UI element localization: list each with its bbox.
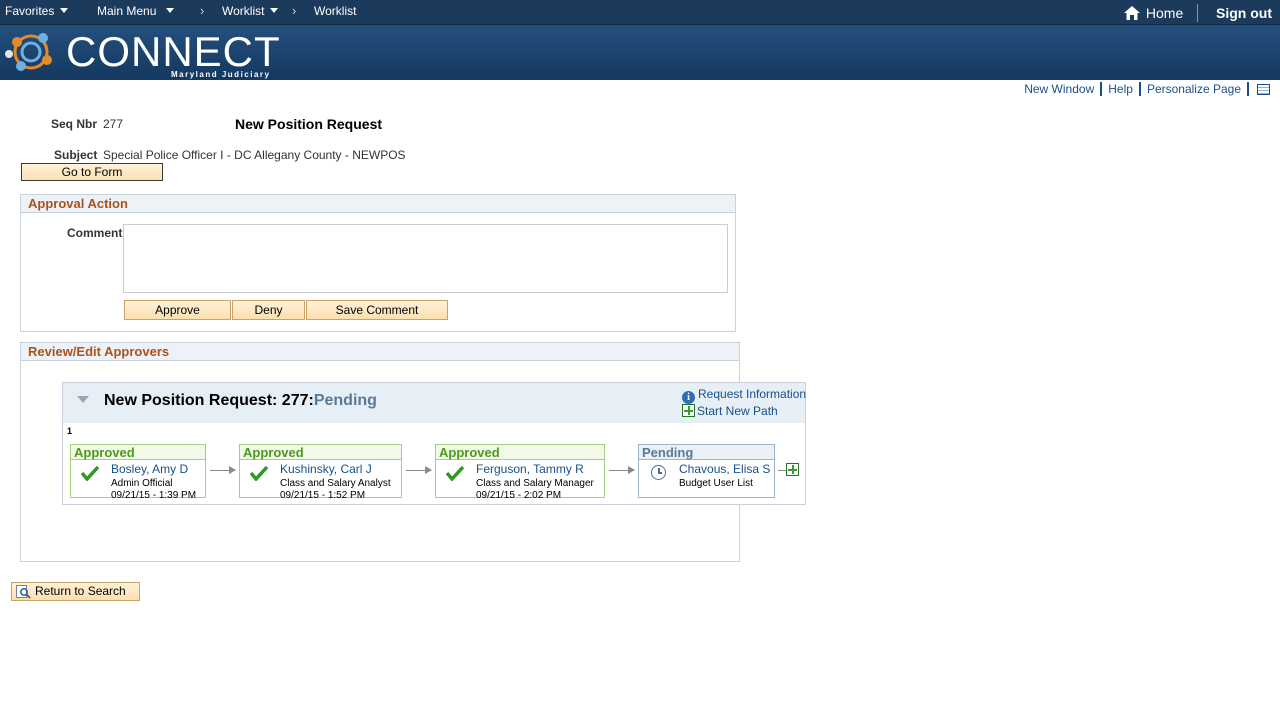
main-menu[interactable]: Main Menu xyxy=(97,4,175,18)
breadcrumb-separator-icon: › xyxy=(292,3,297,18)
approver-role: Admin Official xyxy=(111,478,173,489)
approver-name-link[interactable]: Ferguson, Tammy R xyxy=(476,462,584,476)
approved-check-icon xyxy=(445,465,465,484)
step-arrow-icon xyxy=(406,466,432,474)
start-new-path-link[interactable]: Start New Path xyxy=(682,404,778,418)
home-icon xyxy=(1124,6,1140,20)
add-icon xyxy=(682,404,695,417)
go-to-form-button[interactable]: Go to Form xyxy=(21,163,163,181)
approver-date: 09/21/15 - 2:02 PM xyxy=(476,490,562,501)
request-information-link[interactable]: i Request Information xyxy=(682,387,806,404)
breadcrumb-worklist-current[interactable]: Worklist xyxy=(314,4,356,18)
approver-step: Approved Ferguson, Tammy R Class and Sal… xyxy=(435,444,605,501)
brand-logo-text: CONNECT xyxy=(66,28,281,75)
grid-icon[interactable] xyxy=(1257,84,1270,95)
step-arrow-icon xyxy=(609,466,635,474)
map-title-text: New Position Request: 277: xyxy=(104,392,314,409)
chevron-down-icon xyxy=(60,8,69,13)
top-nav-bar: Favorites Main Menu › Worklist › Worklis… xyxy=(0,0,1280,25)
sign-out-link[interactable]: Sign out xyxy=(1216,5,1272,21)
approver-date: 09/21/15 - 1:39 PM xyxy=(111,490,197,501)
start-new-path-label: Start New Path xyxy=(697,404,778,418)
approved-check-icon xyxy=(249,465,269,484)
collapse-toggle-icon[interactable] xyxy=(77,396,89,403)
subject-label: Subject xyxy=(54,148,98,162)
chevron-down-icon xyxy=(270,8,279,13)
approved-check-icon xyxy=(80,465,100,484)
step-status: Approved xyxy=(436,445,604,460)
approval-map-title: New Position Request: 277:Pending xyxy=(104,392,377,410)
seq-nbr-value: 277 xyxy=(103,117,124,131)
clock-icon xyxy=(651,465,666,480)
favorites-menu[interactable]: Favorites xyxy=(5,4,69,18)
home-link[interactable]: Home xyxy=(1124,5,1183,21)
breadcrumb-label: Worklist xyxy=(222,4,265,18)
step-arrow-icon xyxy=(210,466,236,474)
approver-step: Approved Kushinsky, Carl J Class and Sal… xyxy=(239,444,402,501)
new-window-link[interactable]: New Window xyxy=(1024,82,1094,96)
approve-button[interactable]: Approve xyxy=(124,300,231,320)
save-comment-button[interactable]: Save Comment xyxy=(306,300,448,320)
approval-map: New Position Request: 277:Pending i Reque… xyxy=(62,382,806,505)
request-information-label: Request Information xyxy=(698,387,807,401)
link-divider xyxy=(1247,82,1249,96)
approver-name-link[interactable]: Bosley, Amy D xyxy=(111,462,188,476)
approver-name-link[interactable]: Kushinsky, Carl J xyxy=(280,462,372,476)
comment-label: Comment xyxy=(67,226,123,240)
connect-logo-icon xyxy=(5,33,52,71)
home-label: Home xyxy=(1145,5,1184,21)
breadcrumb-separator-icon: › xyxy=(200,3,205,18)
approver-name-link[interactable]: Chavous, Elisa S xyxy=(679,462,770,476)
map-status: Pending xyxy=(313,392,377,409)
breadcrumb-worklist-menu[interactable]: Worklist xyxy=(222,4,279,18)
help-link[interactable]: Help xyxy=(1108,82,1133,96)
add-approver-connector xyxy=(778,470,786,471)
info-icon: i xyxy=(682,391,695,404)
brand-subtitle: Maryland Judiciary xyxy=(171,70,271,79)
favorites-label: Favorites xyxy=(5,4,55,18)
personalize-page-link[interactable]: Personalize Page xyxy=(1147,82,1241,96)
path-number: 1 xyxy=(67,426,73,436)
approver-role: Class and Salary Analyst xyxy=(280,478,391,489)
add-icon xyxy=(786,463,799,476)
page-title: New Position Request xyxy=(235,116,383,132)
chevron-down-icon xyxy=(166,8,175,13)
return-to-search-label: Return to Search xyxy=(35,584,126,598)
subject-value: Special Police Officer I - DC Allegany C… xyxy=(103,148,406,162)
approval-action-header: Approval Action xyxy=(21,195,735,213)
add-approver-button[interactable] xyxy=(786,463,801,477)
approver-date: 09/21/15 - 1:52 PM xyxy=(280,490,366,501)
link-divider xyxy=(1138,82,1141,96)
nav-divider xyxy=(1197,4,1198,22)
return-to-search-button[interactable]: Return to Search xyxy=(11,582,140,601)
approver-role: Class and Salary Manager xyxy=(476,478,594,489)
link-divider xyxy=(1100,82,1103,96)
search-icon xyxy=(16,585,31,599)
step-status: Approved xyxy=(71,445,205,460)
comment-textarea[interactable] xyxy=(123,224,728,293)
step-status: Pending xyxy=(639,445,774,460)
approval-map-header: New Position Request: 277:Pending i Reque… xyxy=(63,383,806,423)
deny-button[interactable]: Deny xyxy=(232,300,305,320)
approver-step-pending: Pending Chavous, Elisa S Budget User Lis… xyxy=(638,444,775,498)
step-status: Approved xyxy=(240,445,401,460)
review-approvers-header: Review/Edit Approvers xyxy=(21,343,739,361)
seq-nbr-label: Seq Nbr xyxy=(51,117,98,131)
main-menu-label: Main Menu xyxy=(97,4,157,18)
utility-links: New Window Help Personalize Page xyxy=(1024,82,1270,96)
header-banner: CONNECT Maryland Judiciary xyxy=(0,25,1280,80)
approver-role: Budget User List xyxy=(679,478,753,489)
approver-step: Approved Bosley, Amy D Admin Official 09… xyxy=(70,444,206,501)
